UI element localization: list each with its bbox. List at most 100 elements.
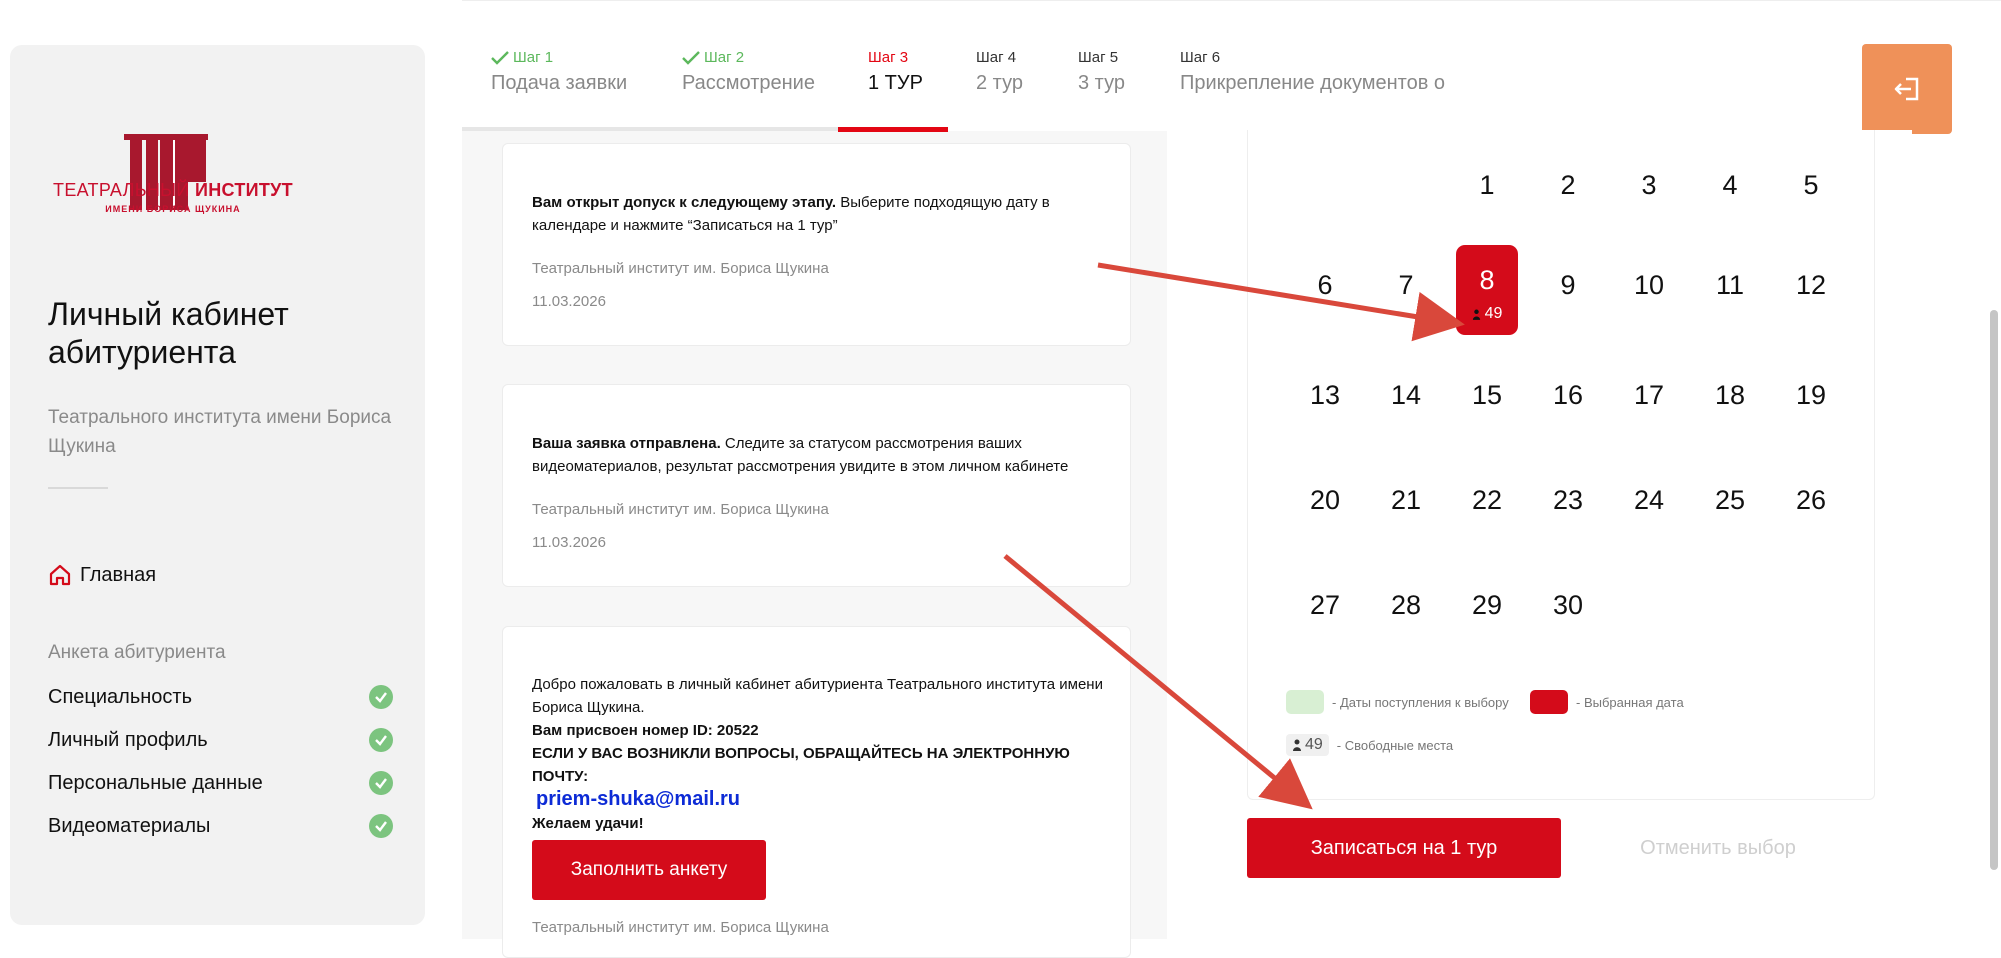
step-label: Шаг 1 [491, 49, 627, 66]
logout-button[interactable] [1862, 44, 1952, 134]
step-2[interactable]: Шаг 2 Рассмотрение [682, 49, 815, 95]
calendar-day[interactable]: 23 [1537, 470, 1599, 560]
notification-text: Ваша заявка отправлена. Следите за стату… [532, 435, 1069, 475]
calendar-day[interactable]: 17 [1618, 365, 1680, 455]
nav-item-videos[interactable]: Видеоматериалы [48, 814, 393, 838]
calendar-day[interactable]: 10 [1618, 255, 1680, 345]
check-icon [369, 814, 393, 838]
calendar-day[interactable]: 2 [1537, 155, 1599, 245]
calendar-day-number: 1 [1479, 170, 1495, 200]
calendar-day-number: 15 [1471, 380, 1503, 410]
calendar-day[interactable]: 18 [1699, 365, 1761, 455]
step-label: Шаг 4 [976, 49, 1017, 66]
calendar-day[interactable]: 24 [1618, 470, 1680, 560]
check-icon [369, 771, 393, 795]
nav-item-label: Видеоматериалы [48, 814, 211, 837]
calendar-day[interactable]: 28 [1375, 575, 1437, 665]
calendar-day[interactable]: 30 [1537, 575, 1599, 665]
notification-source: Театральный институт им. Бориса Щукина [532, 501, 829, 518]
step-label: Шаг 3 [868, 49, 909, 66]
nav-item-personal-data[interactable]: Персональные данные [48, 771, 393, 795]
welcome-text: Добро пожаловать в личный кабинет абитур… [532, 676, 1103, 832]
calendar-day[interactable]: 6 [1294, 255, 1356, 345]
fill-questionnaire-button[interactable]: Заполнить анкету [532, 840, 766, 900]
active-step-indicator [838, 127, 948, 132]
step-4[interactable]: Шаг 4 2 тур [976, 49, 1023, 95]
calendar-day[interactable]: 4 [1699, 155, 1761, 245]
calendar-day[interactable]: 14 [1375, 365, 1437, 455]
calendar-day-number: 2 [1560, 170, 1576, 200]
nav-item-specialty[interactable]: Специальность [48, 685, 393, 709]
calendar-day-number: 14 [1390, 380, 1422, 410]
legend-selected: - Выбранная дата [1530, 690, 1684, 714]
scrollbar[interactable] [1990, 310, 1998, 870]
step-name: Прикрепление документов о [1180, 72, 1446, 94]
calendar-day[interactable]: 27 [1294, 575, 1356, 665]
calendar-grid: 1 2 3 4 5 6 7 8 49 9 10 11 12 13 14 15 16 17 18 19 20 21 22 23 2… [1247, 130, 1875, 800]
calendar-day-number: 28 [1390, 590, 1422, 620]
calendar-day[interactable]: 7 [1375, 255, 1437, 345]
signup-tour-button[interactable]: Записаться на 1 тур [1247, 818, 1561, 878]
calendar-day-number: 7 [1398, 270, 1414, 300]
nav-home[interactable]: Главная [48, 563, 156, 587]
calendar-day-number: 13 [1309, 380, 1341, 410]
calendar-day[interactable]: 16 [1537, 365, 1599, 455]
calendar-day[interactable]: 1 [1456, 155, 1518, 245]
calendar-day[interactable]: 5 [1780, 155, 1842, 245]
calendar-day-number: 30 [1552, 590, 1584, 620]
step-name: 2 тур [976, 72, 1023, 94]
legend-available: - Даты поступления к выбору [1286, 690, 1509, 714]
calendar-day-number: 24 [1633, 485, 1665, 515]
calendar-day[interactable]: 21 [1375, 470, 1437, 560]
legend-selected-label: - Выбранная дата [1576, 694, 1684, 710]
checkmark-icon [491, 50, 509, 65]
calendar-day[interactable]: 11 [1699, 255, 1761, 345]
person-icon [1293, 739, 1301, 751]
step-6[interactable]: Шаг 6 Прикрепление документов о [1180, 49, 1445, 95]
calendar-day-number: 22 [1471, 485, 1503, 515]
calendar-day[interactable]: 22 [1456, 470, 1518, 560]
nav-home-label: Главная [80, 563, 157, 586]
calendar-day-number: 25 [1714, 485, 1746, 515]
cancel-selection-button[interactable]: Отменить выбор [1628, 818, 1808, 878]
calendar-day[interactable]: 15 [1456, 365, 1518, 455]
calendar-day[interactable]: 13 [1294, 365, 1356, 455]
check-icon [369, 685, 393, 709]
available-swatch [1286, 690, 1324, 714]
notification-date: 11.03.2026 [532, 534, 606, 551]
calendar-day[interactable]: 20 [1294, 470, 1356, 560]
welcome-source: Театральный институт им. Бориса Щукина [532, 919, 829, 936]
step-3[interactable]: Шаг 3 1 ТУР [868, 49, 923, 95]
calendar-day[interactable]: 19 [1780, 365, 1842, 455]
divider [48, 487, 108, 489]
seats-chip: 49 [1286, 734, 1329, 756]
calendar-day-number: 19 [1795, 380, 1827, 410]
calendar-day[interactable]: 26 [1780, 470, 1842, 560]
calendar-day[interactable]: 29 [1456, 575, 1518, 665]
notification-source: Театральный институт им. Бориса Щукина [532, 260, 829, 277]
notification-card: Ваша заявка отправлена. Следите за стату… [502, 384, 1131, 587]
step-name: Рассмотрение [682, 72, 815, 94]
step-1[interactable]: Шаг 1 Подача заявки [491, 49, 627, 95]
logo-title: ТЕАТРАЛЬНЫЙ ИНСТИТУТ [53, 180, 293, 200]
logout-icon [1894, 77, 1919, 101]
nav-item-profile[interactable]: Личный профиль [48, 728, 393, 752]
calendar-day[interactable]: 9 [1537, 255, 1599, 345]
legend-seats-label: - Свободные места [1336, 737, 1454, 753]
step-5[interactable]: Шаг 5 3 тур [1078, 49, 1125, 95]
calendar-day-number: 16 [1552, 380, 1584, 410]
calendar-day-selected[interactable]: 8 49 [1456, 245, 1518, 335]
calendar-day-number: 17 [1633, 380, 1665, 410]
calendar-day-number: 11 [1715, 270, 1745, 300]
calendar-day-number: 3 [1641, 170, 1657, 200]
calendar-day-number: 4 [1722, 170, 1738, 200]
home-icon [49, 564, 71, 586]
free-seats-badge: 49 [1456, 299, 1518, 329]
calendar-day[interactable]: 25 [1699, 470, 1761, 560]
contact-email-link[interactable]: priem-shuka@mail.ru [536, 788, 740, 810]
calendar-day-number: 21 [1390, 485, 1422, 515]
calendar-day[interactable]: 3 [1618, 155, 1680, 245]
calendar-day[interactable]: 12 [1780, 255, 1842, 345]
person-icon [1472, 309, 1480, 320]
step-label: Шаг 6 [1180, 49, 1221, 66]
